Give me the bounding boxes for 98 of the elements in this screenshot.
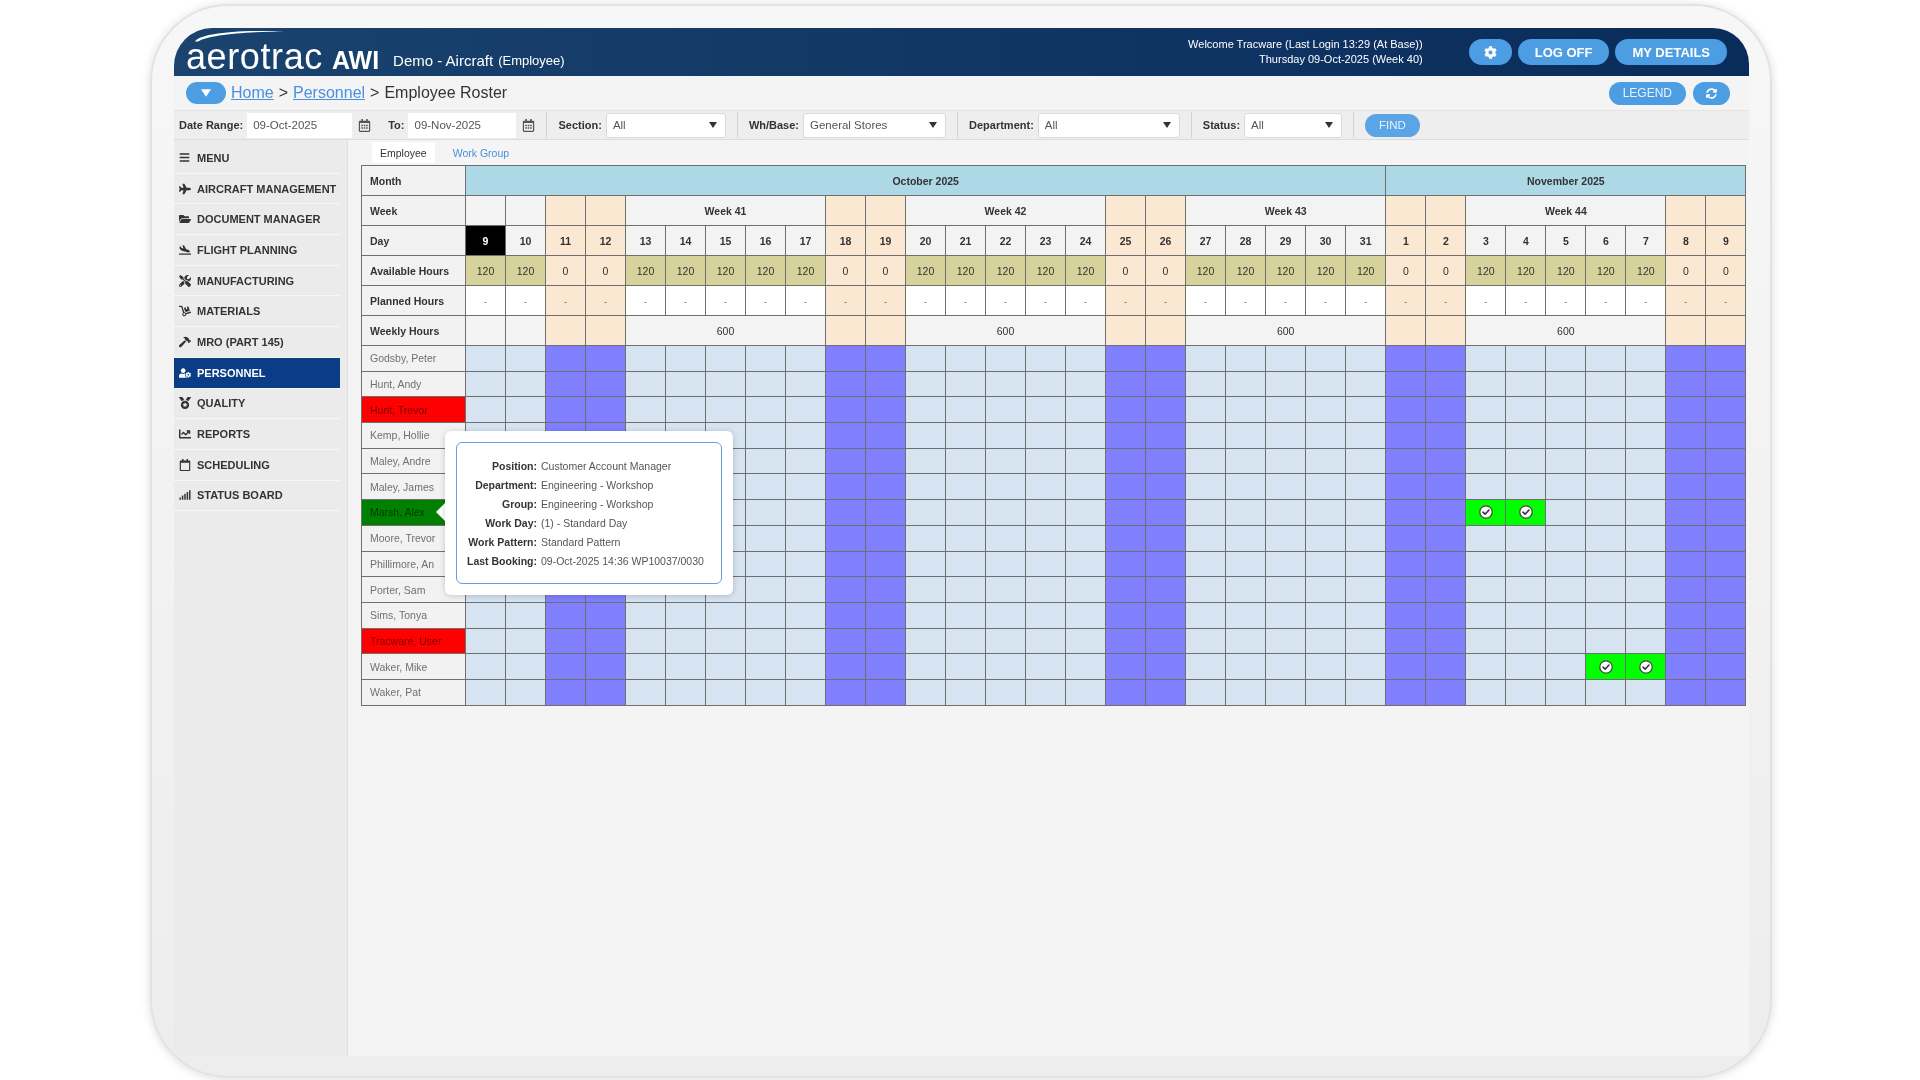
app-title: Demo - Aircraft [393,52,494,70]
swoosh-icon [194,29,286,42]
breadcrumb-separator: > [370,83,380,103]
row-header-cell: Available Hours [361,255,466,286]
month-header-cell: October 2025 [465,165,1386,196]
settings-button[interactable] [1468,39,1512,65]
calendar-icon [178,458,191,471]
folder-icon [178,213,191,226]
filter-label: Department: [969,119,1034,131]
week-header-cell: Week 43 [1185,195,1386,226]
caret-down-icon [1162,122,1171,128]
check-circle-icon [1518,505,1533,520]
tooltip-value: Standard Pattern [541,535,622,550]
tooltip-label: Group: [501,497,537,512]
tab[interactable]: Employee [372,142,435,163]
hand-truck-icon [178,305,191,318]
tooltip-label: Work Pattern: [467,535,537,550]
weekly-hours-cell: 600 [1465,315,1666,346]
logo-suffix: AWI [331,47,380,73]
employee-name-cell: Sims, Tonya [361,602,466,629]
sidebar-item[interactable]: SCHEDULING [174,449,340,481]
filter-label: To: [388,119,405,131]
filter-label: Wh/Base: [748,119,799,131]
weekly-hours-cell: 600 [905,315,1106,346]
check-circle-icon [1598,659,1613,674]
calendar-icon[interactable] [358,118,372,132]
line-chart-icon [178,428,191,441]
menu-icon [179,152,190,164]
employee-name-cell: Tracware, User [361,628,466,654]
welcome-text: Welcome Tracware (Last Login 13:29 (At Base)) [1188,37,1423,52]
plane-landing-icon [178,243,191,256]
filter-label: Date Range: [179,119,244,131]
employee-name-cell: Godsby, Peter [361,345,466,372]
tooltip-value: (1) - Standard Day [541,516,629,531]
date-field[interactable]: 09-Oct-2025 [247,112,353,138]
caret-down-icon [708,122,717,128]
app-subtitle: (Employee) [498,53,565,69]
date-text: Thursday 09-Oct-2025 (Week 40) [1259,52,1423,67]
sidebar-item[interactable]: STATUS BOARD [174,480,340,512]
filter-label: Section: [558,119,602,131]
signal-bars-icon [178,489,191,502]
plane-icon [178,182,191,195]
sidebar-item[interactable]: REPORTS [174,419,340,450]
select-field[interactable]: General Stores [803,112,946,138]
check-circle-icon [1638,659,1653,674]
employee-name-cell: Hunt, Andy [361,371,466,397]
caret-down-icon [201,89,211,97]
sidebar-item[interactable]: PERSONNEL [174,357,340,389]
tools-icon [178,274,191,287]
row-header-cell: Planned Hours [361,285,466,316]
check-circle-icon [1478,505,1493,520]
month-header-cell: November 2025 [1385,165,1746,196]
sidebar-item[interactable]: MATERIALS [174,296,340,328]
date-field[interactable]: 09-Nov-2025 [408,112,517,138]
logo-wordmark: aerotrac [186,39,323,75]
week-header-cell: Week 44 [1465,195,1666,226]
refresh-button[interactable] [1693,81,1730,105]
calendar-icon[interactable] [522,118,536,132]
user-gear-icon [178,366,191,379]
weekly-hours-cell: 600 [625,315,826,346]
tooltip-label: Work Day: [484,516,537,531]
sidebar-item[interactable]: MRO (PART 145) [174,327,340,358]
sidebar-item[interactable]: DOCUMENT MANAGER [174,204,340,236]
tooltip-value: Engineering - Workshop [541,497,655,512]
week-header-cell: Week 41 [625,195,826,226]
tooltip-value: Engineering - Workshop [541,478,655,493]
hammer-icon [178,335,191,348]
breadcrumb-current: Employee Roster [384,83,508,103]
employee-name-cell: Waker, Pat [361,679,466,706]
employee-name-cell: Hunt, Trevor [361,396,466,423]
row-header-cell: Weekly Hours [361,315,466,346]
sidebar-item[interactable]: QUALITY [174,388,340,420]
refresh-icon [1706,87,1717,99]
employee-name-cell: Waker, Mike [361,653,466,680]
sidebar-item[interactable]: AIRCRAFT MANAGEMENT [174,173,340,205]
breadcrumb-separator: > [278,83,289,103]
row-header-cell: Month [361,165,466,196]
row-header-cell: Day [361,225,466,256]
sidebar-item[interactable]: FLIGHT PLANNING [174,235,340,266]
menu-toggle[interactable]: MENU [174,143,340,174]
caret-down-icon [1325,122,1334,128]
select-field[interactable]: All [1244,112,1343,138]
row-header-cell: Week [361,195,466,226]
select-field[interactable]: All [605,112,726,138]
tooltip-label: Department: [474,478,537,493]
tooltip-label: Position: [491,459,537,474]
caret-down-icon [929,122,937,128]
week-header-cell: Week 42 [905,195,1106,226]
settings-icon [1483,45,1497,59]
tooltip-value: 09-Oct-2025 14:36 WP10037/0030 [541,554,705,569]
tooltip-value: Customer Account Manager [541,459,673,474]
medal-icon [178,397,191,410]
weekly-hours-cell: 600 [1185,315,1386,346]
menu-toggle-button[interactable] [186,82,226,104]
sidebar-item[interactable]: MANUFACTURING [174,265,340,297]
select-field[interactable]: All [1037,112,1180,138]
filter-label: Status: [1202,119,1241,131]
tooltip-label: Last Booking: [466,554,537,569]
